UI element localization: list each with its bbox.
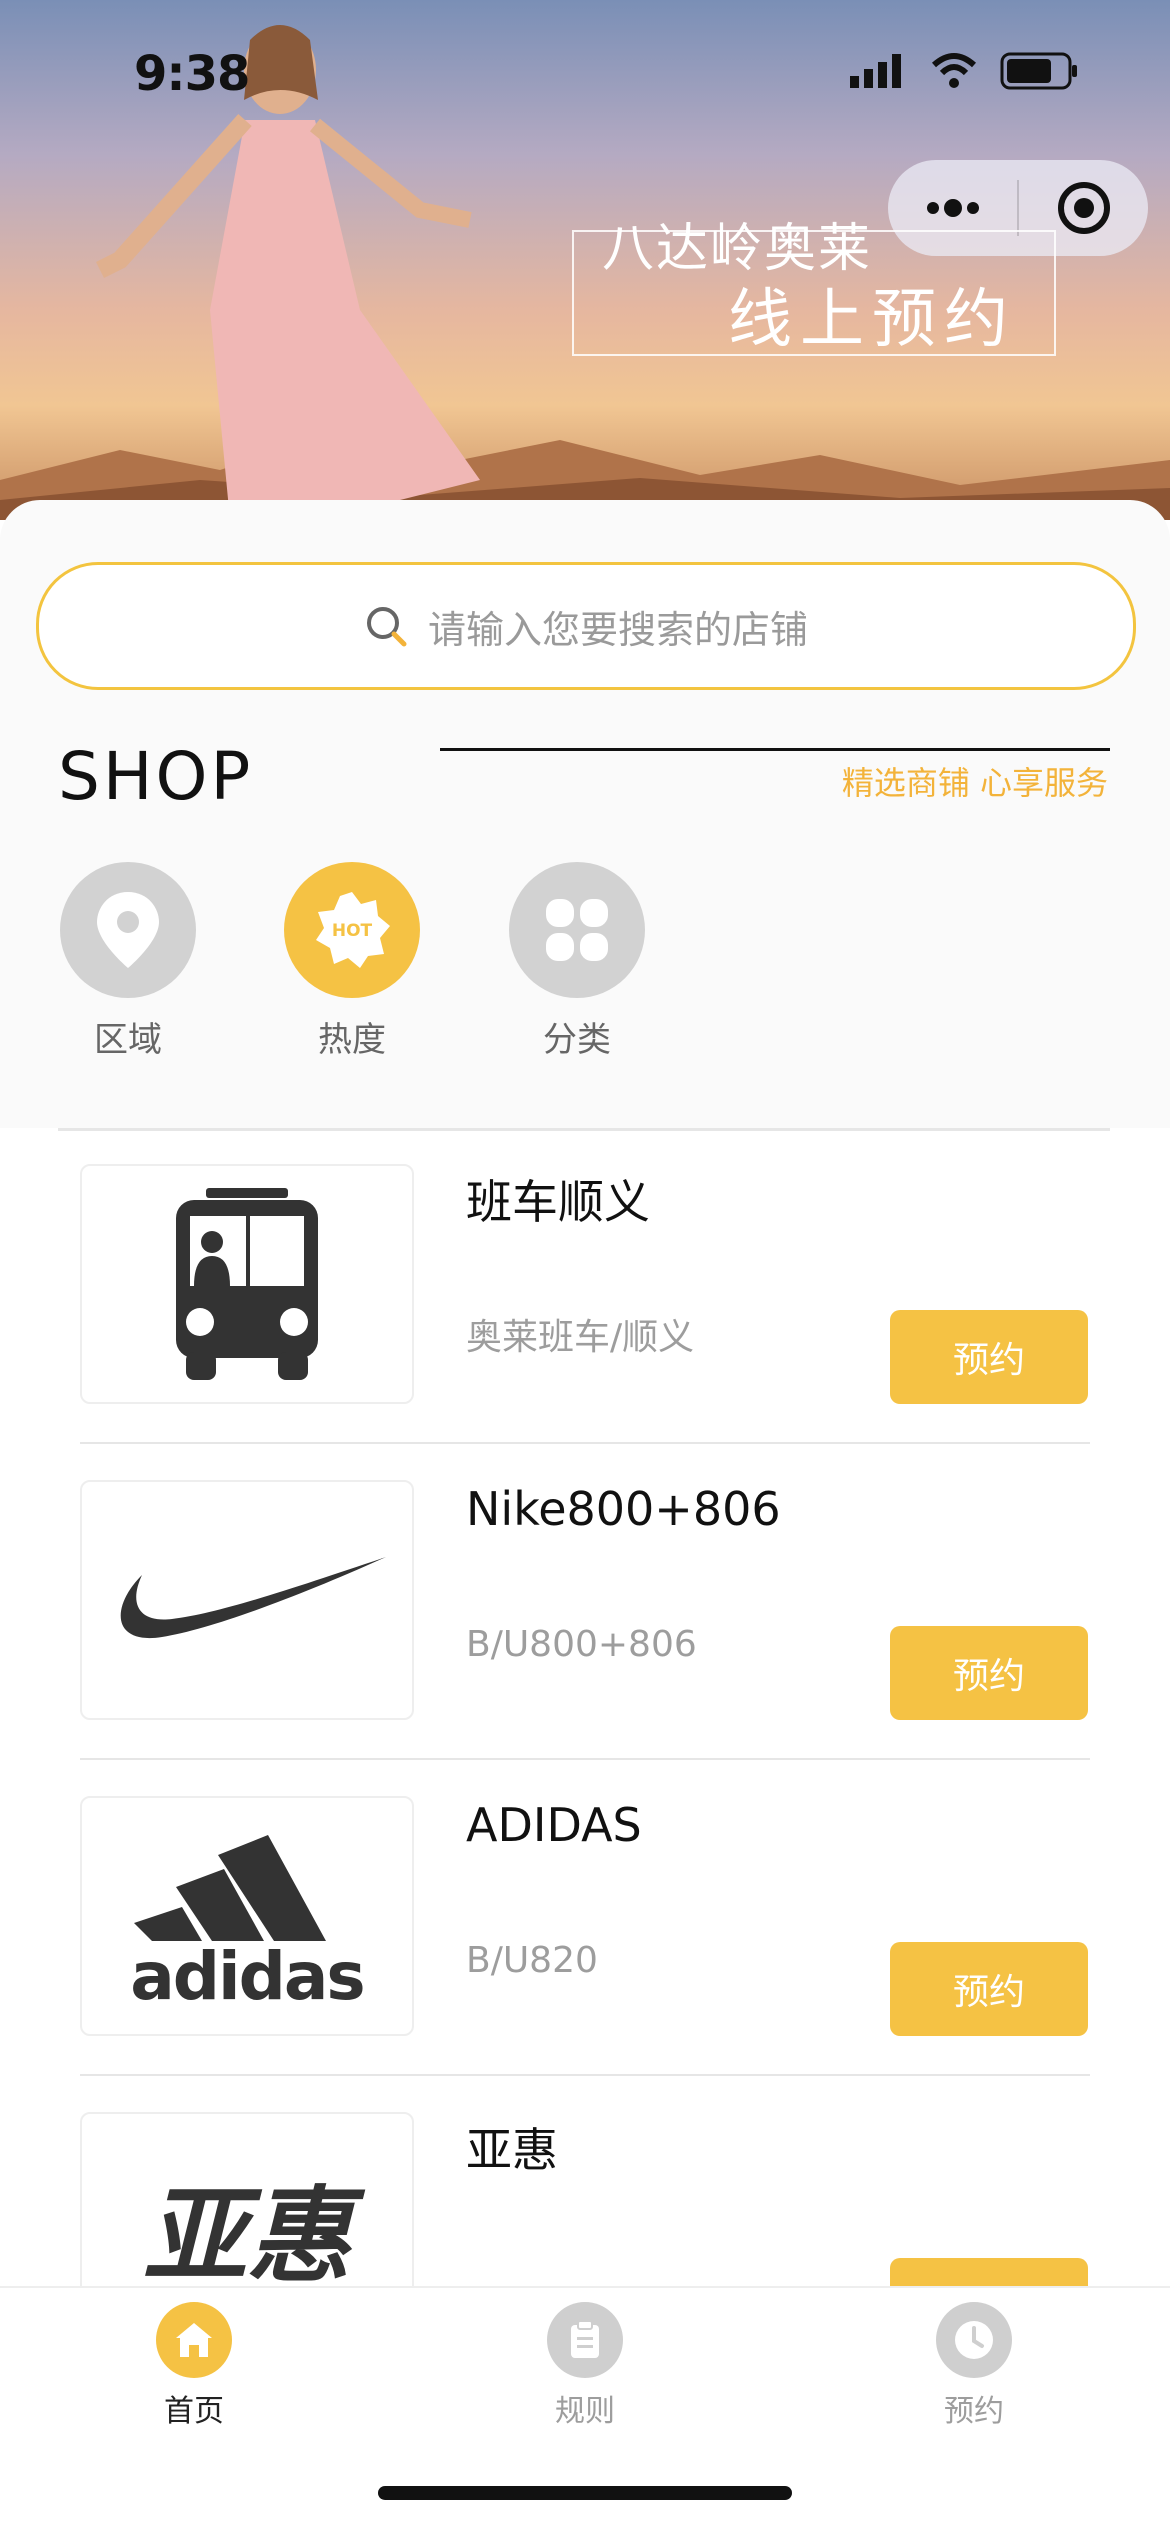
tab-home-icon-bg — [156, 2302, 232, 2378]
search-placeholder: 请输入您要搜索的店铺 — [427, 607, 808, 652]
store-thumb: 亚惠 — [80, 2112, 414, 2288]
store-thumb — [80, 1480, 414, 1720]
category-hot[interactable]: HOT 热度 — [284, 862, 420, 1061]
tab-reserve[interactable]: 预约 — [894, 2302, 1054, 2430]
document-icon — [571, 2320, 599, 2358]
status-icons — [850, 52, 1080, 90]
store-name: 亚惠 — [466, 2123, 558, 2177]
tab-reserve-label: 预约 — [944, 2394, 1004, 2429]
store-location: B/U820 — [466, 1940, 598, 1981]
wifi-icon — [931, 53, 977, 88]
location-pin-icon — [97, 892, 159, 968]
shop-title: SHOP — [58, 738, 254, 815]
reserve-button[interactable]: 预约 — [890, 1626, 1088, 1720]
store-name: Nike800+806 — [466, 1482, 781, 1536]
grid-icon — [546, 899, 608, 961]
search-icon — [366, 607, 407, 647]
category-region[interactable]: 区域 — [60, 862, 196, 1061]
store-thumb: adidas — [80, 1796, 414, 2036]
store-name: ADIDAS — [466, 1798, 642, 1852]
reserve-button[interactable]: 预约 — [890, 1942, 1088, 2036]
yahui-logo-text: 亚惠 — [143, 2175, 366, 2288]
reserve-button[interactable]: 预约 — [890, 2258, 1088, 2288]
tab-rules-label: 规则 — [555, 2394, 615, 2429]
category-type-circle — [509, 862, 645, 998]
home-indicator — [378, 2486, 792, 2500]
list-item[interactable]: 亚惠 亚惠 预约 — [80, 2076, 1090, 2288]
tab-home[interactable]: 首页 — [114, 2302, 274, 2430]
nike-swoosh-logo — [120, 1557, 386, 1639]
tab-home-label: 首页 — [164, 2394, 224, 2429]
store-location: B/U800+806 — [466, 1624, 697, 1665]
category-type[interactable]: 分类 — [509, 862, 645, 1061]
category-hot-circle: HOT — [284, 862, 420, 998]
home-icon — [176, 2323, 212, 2357]
target-icon — [1057, 182, 1110, 234]
hot-badge-icon: HOT — [316, 892, 390, 968]
list-item[interactable]: Nike800+806 B/U800+806 预约 — [80, 1444, 1090, 1760]
category-type-label: 分类 — [543, 1020, 611, 1060]
adidas-logo: adidas — [130, 1835, 366, 2011]
clock-icon — [955, 2321, 993, 2359]
bus-icon — [176, 1188, 318, 1380]
tab-reserve-icon-bg — [936, 2302, 1012, 2378]
category-hot-label: 热度 — [318, 1020, 386, 1060]
search-input[interactable]: 请输入您要搜索的店铺 — [36, 562, 1136, 690]
tab-rules-icon-bg — [547, 2302, 623, 2378]
category-region-label: 区域 — [94, 1020, 162, 1060]
shop-slogan: 精选商铺 心享服务 — [841, 764, 1108, 802]
hot-badge-text: HOT — [332, 921, 373, 941]
shop-divider — [440, 748, 1110, 751]
list-item[interactable]: adidas ADIDAS B/U820 预约 — [80, 1760, 1090, 2076]
store-thumb — [80, 1164, 414, 1404]
status-time: 9:38 — [134, 46, 250, 102]
yahui-logo: 亚惠 — [143, 2175, 366, 2288]
battery-icon — [1000, 52, 1077, 90]
tab-rules[interactable]: 规则 — [505, 2302, 665, 2430]
more-dots-icon — [926, 199, 979, 217]
reserve-button[interactable]: 预约 — [890, 1310, 1088, 1404]
signal-icon — [850, 54, 901, 88]
adidas-wordmark: adidas — [130, 1938, 363, 2011]
list-item[interactable]: 班车顺义 奥莱班车/顺义 预约 — [80, 1128, 1090, 1444]
hero-title-line2: 线上预约 — [728, 283, 1016, 357]
store-list: 班车顺义 奥莱班车/顺义 预约 Nike800+806 B/U800+806 预… — [0, 1128, 1170, 2288]
category-region-circle — [60, 862, 196, 998]
store-name: 班车顺义 — [466, 1175, 650, 1229]
model-figure — [95, 25, 480, 520]
store-location: 奥莱班车/顺义 — [466, 1317, 695, 1358]
